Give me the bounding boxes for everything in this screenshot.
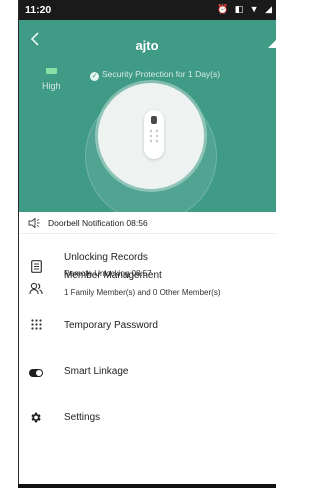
signal-icon-svg: [268, 40, 276, 48]
page-title: ajto: [135, 38, 159, 53]
doorbell-notification-text: Doorbell Notification 08:56: [48, 218, 148, 228]
members-icon: [29, 282, 43, 296]
keypad-dot: [156, 140, 158, 142]
status-time: 11:20: [25, 4, 52, 16]
device-camera: [151, 116, 157, 124]
menu-item-label: Temporary Password: [64, 320, 158, 331]
shield-check-icon: ✓: [90, 72, 99, 81]
menu-item-label: Settings: [64, 412, 101, 423]
menu-item-smart-linkage[interactable]: Smart Linkage: [18, 356, 276, 390]
keypad-dot: [156, 130, 158, 132]
menu-item-sub: 1 Family Member(s) and 0 Other Member(s): [64, 288, 221, 297]
keypad-dot: [150, 140, 152, 142]
gear-icon-svg: [31, 412, 41, 423]
lock-device-icon: [144, 110, 164, 159]
speaker-icon-svg: [28, 217, 40, 229]
menu-item-label: Member Management: [64, 270, 162, 281]
protection-text: Security Protection for 1 Day(s): [102, 69, 221, 79]
doorbell-notification-bar[interactable]: Doorbell Notification 08:56: [18, 212, 276, 234]
speaker-icon: [28, 217, 40, 231]
menu-item-label: Smart Linkage: [64, 366, 129, 377]
screen-bottom-edge: [18, 484, 276, 488]
menu-item-temporary-password[interactable]: Temporary Password: [18, 310, 276, 344]
keypad-dot: [150, 130, 152, 132]
menu-item-member-management[interactable]: Member Management 1 Family Member(s) and…: [18, 266, 276, 306]
status-icons: ⏰ ◧ ▼ ◢: [216, 4, 274, 14]
menu-item-label: Unlocking Records: [64, 252, 148, 263]
members-icon-svg: [29, 282, 43, 295]
battery-label: High: [42, 81, 61, 91]
keypad-icon-svg: [30, 319, 42, 330]
status-bar: 11:20 ⏰ ◧ ▼ ◢: [18, 0, 276, 20]
security-protection-status: ✓ Security Protection for 1 Day(s): [90, 69, 220, 81]
keypad-icon: [29, 319, 43, 333]
menu-item-settings[interactable]: Settings: [18, 402, 276, 436]
gear-icon: [29, 411, 42, 426]
phone-screen: 11:20 ⏰ ◧ ▼ ◢ ajto High ✓ Security Protec…: [18, 0, 276, 488]
toggle-icon: [29, 369, 43, 377]
signal-icon[interactable]: [268, 38, 276, 48]
battery-status: High: [42, 68, 72, 91]
screen-edge: [18, 0, 19, 488]
battery-icon: [46, 68, 57, 74]
keypad-dot: [150, 135, 152, 137]
keypad-dot: [156, 135, 158, 137]
